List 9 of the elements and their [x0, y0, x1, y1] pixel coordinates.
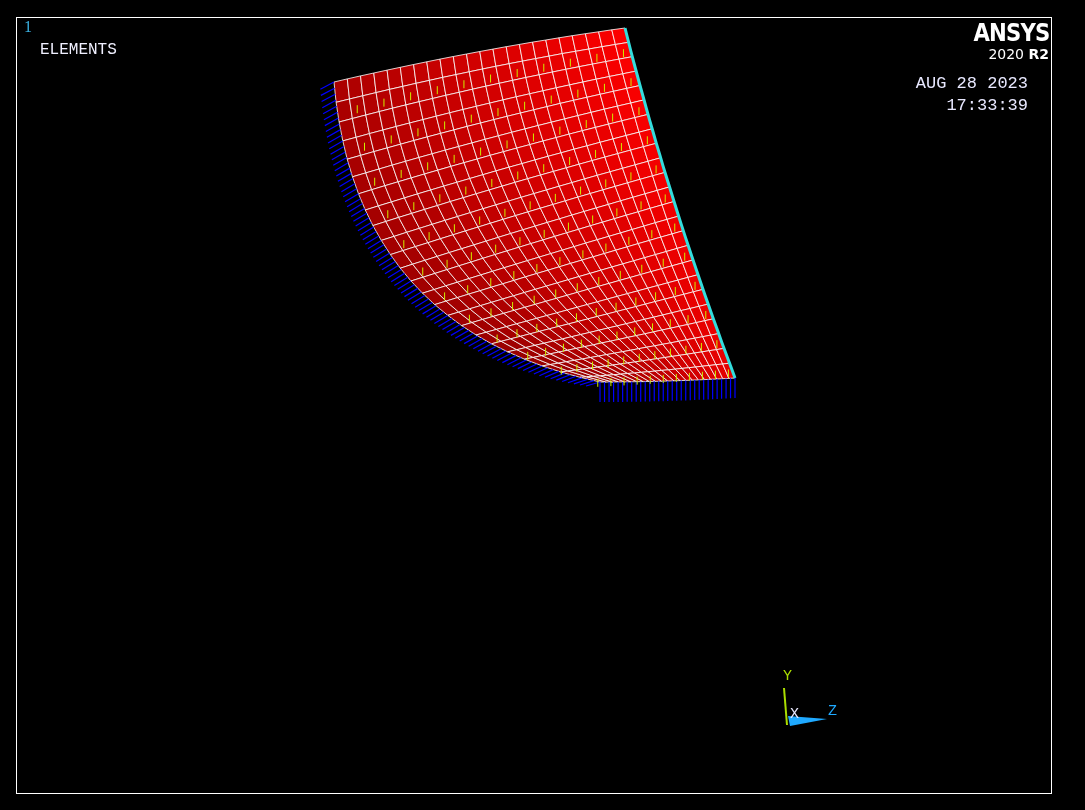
plot-time: 17:33:39 — [946, 96, 1028, 115]
plot-title: ELEMENTS — [40, 41, 117, 59]
version-label: 2020 R2 — [988, 46, 1049, 62]
axis-label: Z — [828, 703, 837, 720]
brand-logo: ANSYS — [973, 18, 1049, 47]
axis-label: Y — [783, 668, 792, 685]
plot-date: AUG 28 2023 — [915, 74, 1028, 93]
window-number: 1 — [24, 18, 32, 36]
axis-triad-drawing — [783, 687, 827, 726]
